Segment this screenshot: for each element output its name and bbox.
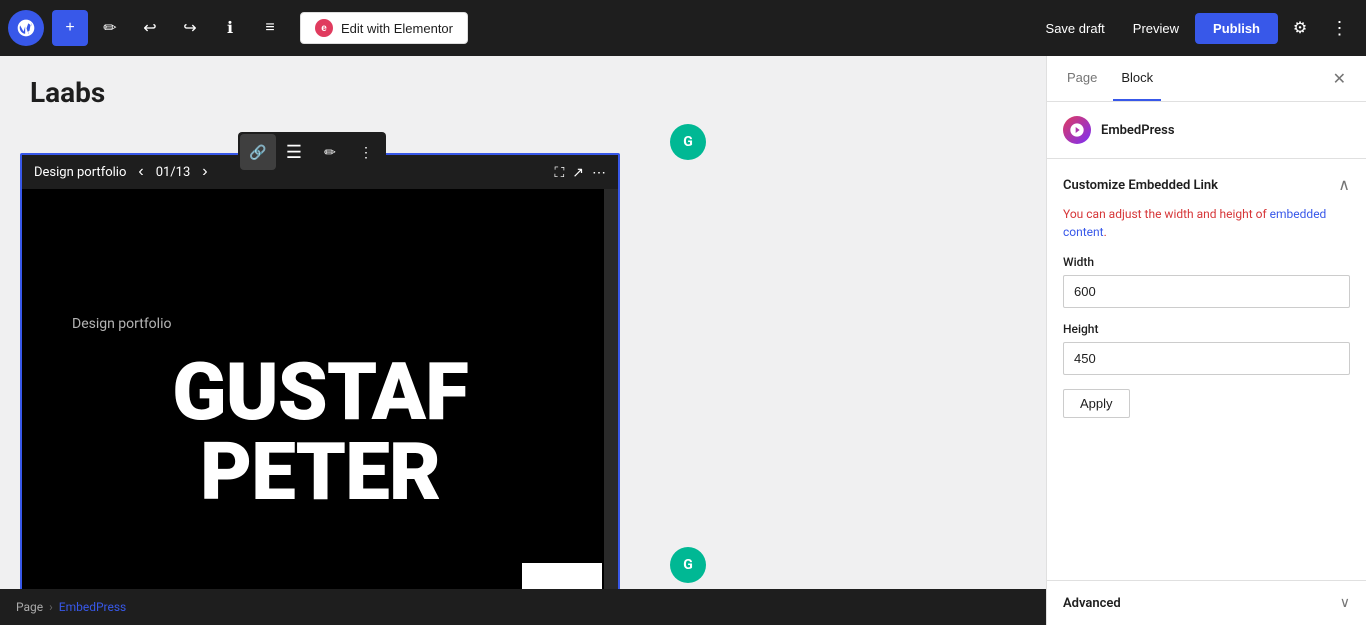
block-tab[interactable]: Block	[1113, 56, 1161, 101]
undo-button[interactable]: ↩	[132, 10, 168, 46]
embedpress-header: EmbedPress	[1047, 102, 1366, 159]
embed-next-button[interactable]: ›	[198, 161, 211, 183]
embed-text-line2: PETER	[172, 432, 468, 512]
section-collapse-button[interactable]: ∧	[1338, 175, 1350, 195]
list-icon: ≡	[265, 19, 274, 37]
breadcrumb-separator: ›	[49, 600, 53, 614]
view-button[interactable]: ≡	[252, 10, 288, 46]
embedpress-name: EmbedPress	[1101, 123, 1175, 138]
chevron-up-icon: ∧	[1338, 177, 1350, 194]
redo-button[interactable]: ↪	[172, 10, 208, 46]
more-toolbar-button[interactable]: ⋮	[348, 134, 384, 170]
embed-content: Design portfolio GUSTAF PETER ◀ ▶	[22, 189, 618, 625]
more-options-button[interactable]: ⋮	[1322, 10, 1358, 46]
width-label: Width	[1063, 255, 1350, 269]
content-area: Laabs G 🔗 ☰ ✏ ⋮ Design portfolio	[0, 56, 1046, 625]
elementor-icon: e	[315, 19, 333, 37]
close-sidebar-button[interactable]: ✕	[1325, 56, 1354, 101]
settings-icon: ⚙	[1293, 18, 1307, 38]
right-sidebar: Page Block ✕ EmbedPress Customize Embedd…	[1046, 56, 1366, 625]
embed-more-button[interactable]: ⋯	[592, 164, 606, 181]
align-toolbar-button[interactable]: ☰	[276, 134, 312, 170]
embed-prev-button[interactable]: ‹	[134, 161, 147, 183]
wordpress-icon	[16, 18, 36, 38]
embed-subtitle: Design portfolio	[72, 316, 171, 332]
embed-big-text: GUSTAF PETER	[172, 352, 468, 512]
breadcrumb: Page › EmbedPress	[0, 589, 1046, 625]
embed-header-right: ⛶ ↗ ⋯	[554, 164, 606, 181]
breadcrumb-page[interactable]: Page	[16, 600, 43, 614]
main-layout: Laabs G 🔗 ☰ ✏ ⋮ Design portfolio	[0, 56, 1366, 625]
embed-scrollbar-v[interactable]	[604, 189, 618, 625]
close-icon: ✕	[1333, 69, 1346, 89]
embedpress-logo-icon	[1069, 122, 1085, 138]
page-title: Laabs	[20, 76, 1026, 109]
undo-icon: ↩	[143, 18, 156, 38]
link-icon: 🔗	[249, 144, 266, 161]
chevron-down-icon: ∨	[1340, 595, 1350, 611]
height-input[interactable]	[1063, 342, 1350, 375]
embed-page-indicator: 01/13	[156, 165, 191, 180]
apply-button[interactable]: Apply	[1063, 389, 1130, 418]
advanced-label: Advanced	[1063, 596, 1121, 611]
embed-share-button[interactable]: ↗	[572, 164, 584, 181]
breadcrumb-current[interactable]: EmbedPress	[59, 600, 127, 614]
redo-icon: ↪	[183, 18, 196, 38]
embedpress-logo	[1063, 116, 1091, 144]
embed-text-line1: GUSTAF	[172, 352, 468, 432]
embed-fullscreen-button[interactable]: ⛶	[554, 164, 564, 181]
pencil-icon: ✏	[324, 144, 336, 161]
preview-button[interactable]: Preview	[1121, 15, 1191, 42]
align-icon: ☰	[286, 142, 302, 163]
block-toolbar: 🔗 ☰ ✏ ⋮	[238, 132, 386, 172]
width-input[interactable]	[1063, 275, 1350, 308]
height-label: Height	[1063, 322, 1350, 336]
embed-block: Design portfolio ‹ 01/13 › ⛶ ↗ ⋯ Design …	[20, 153, 620, 625]
info-icon: ℹ	[227, 18, 233, 38]
top-bar: + ✏ ↩ ↪ ℹ ≡ e Edit with Elementor Save d…	[0, 0, 1366, 56]
sidebar-tabs: Page Block ✕	[1047, 56, 1366, 102]
settings-button[interactable]: ⚙	[1282, 10, 1318, 46]
page-tab[interactable]: Page	[1059, 56, 1105, 101]
embed-header-left: Design portfolio ‹ 01/13 ›	[34, 161, 212, 183]
green-circle-bottom: G	[670, 547, 706, 583]
advanced-section[interactable]: Advanced ∨	[1047, 580, 1366, 625]
wp-logo[interactable]	[8, 10, 44, 46]
green-circle-top: G	[670, 124, 706, 160]
add-block-button[interactable]: +	[52, 10, 88, 46]
more-icon: ⋮	[359, 144, 373, 161]
more-vert-icon: ⋮	[1331, 18, 1350, 39]
publish-button[interactable]: Publish	[1195, 13, 1278, 44]
link-toolbar-button[interactable]: 🔗	[240, 134, 276, 170]
edit-toolbar-button[interactable]: ✏	[312, 134, 348, 170]
edit-elementor-button[interactable]: e Edit with Elementor	[300, 12, 468, 44]
tools-button[interactable]: ✏	[92, 10, 128, 46]
description-text: You can adjust the width and height of e…	[1063, 205, 1350, 241]
tools-icon: ✏	[103, 18, 116, 38]
section-title: Customize Embedded Link	[1063, 178, 1218, 193]
edit-elementor-label: Edit with Elementor	[341, 21, 453, 36]
section-header: Customize Embedded Link ∧	[1063, 175, 1350, 195]
sidebar-content: Customize Embedded Link ∧ You can adjust…	[1047, 159, 1366, 580]
save-draft-button[interactable]: Save draft	[1034, 15, 1117, 42]
embed-title: Design portfolio	[34, 165, 126, 180]
info-button[interactable]: ℹ	[212, 10, 248, 46]
